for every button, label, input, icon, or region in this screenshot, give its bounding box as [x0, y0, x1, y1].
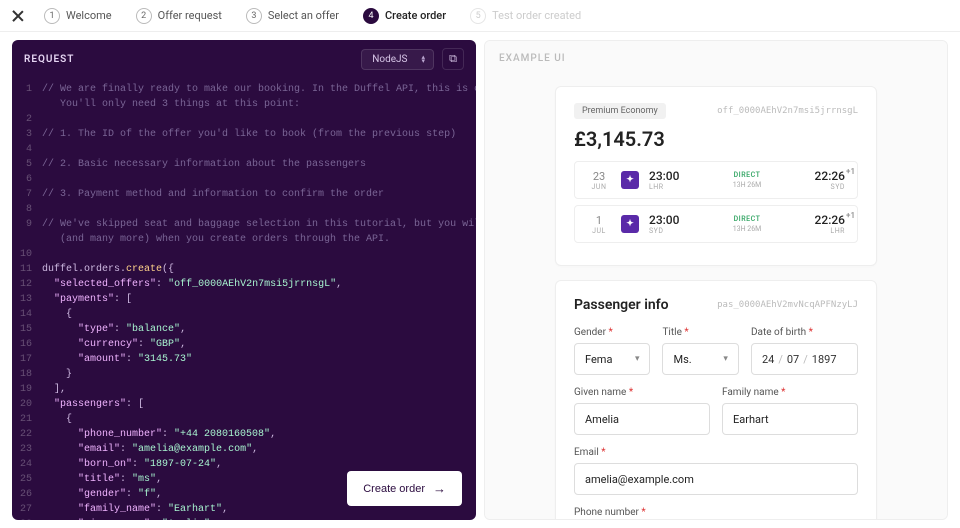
- step-label: Test order created: [492, 9, 581, 22]
- chevron-updown-icon: ▴▾: [421, 55, 425, 63]
- copy-icon[interactable]: ⧉: [442, 48, 464, 70]
- step-test-order-created[interactable]: 5 Test order created: [470, 8, 581, 24]
- code-line: 13 "payments": [: [12, 292, 476, 307]
- family-name-label: Family name *: [722, 387, 858, 398]
- title-label: Title *: [662, 327, 738, 338]
- code-line: 18 }: [12, 367, 476, 382]
- title-select[interactable]: Ms.▾: [662, 343, 738, 375]
- code-line: 7// 3. Payment method and information to…: [12, 187, 476, 202]
- code-line: 14 {: [12, 307, 476, 322]
- progress-steps: 1 Welcome 2 Offer request 3 Select an offer 4C…: [44, 8, 581, 24]
- code-line: 24 "born_on": "1897-07-24",: [12, 457, 476, 472]
- chevron-down-icon: ▾: [635, 354, 640, 364]
- code-line: 16 "currency": "GBP",: [12, 337, 476, 352]
- preview-panel: EXAMPLE UI Premium Economy off_0000AEhV2…: [484, 40, 948, 520]
- close-icon[interactable]: [12, 10, 24, 22]
- step-label: Welcome: [66, 9, 112, 22]
- code-line: 5// 2. Basic necessary information about…: [12, 157, 476, 172]
- email-label: Email *: [574, 447, 858, 458]
- step-number-badge: 5: [470, 8, 486, 24]
- code-line: 28 "given_name": "Amelia",: [12, 517, 476, 520]
- code-line: 6: [12, 172, 476, 187]
- editor-title: REQUEST: [24, 54, 74, 65]
- arrival-time: 22:26+1SYD: [815, 169, 845, 191]
- offer-id: off_0000AEhV2n7msi5jrrnsgL: [717, 106, 858, 116]
- language-value: NodeJS: [372, 54, 407, 65]
- segment-date: 1JUL: [587, 214, 611, 235]
- step-label: Create order: [385, 9, 446, 22]
- code-line: 15 "type": "balance",: [12, 322, 476, 337]
- code-line: You'll only need 3 things at this point:: [12, 97, 476, 112]
- code-body[interactable]: 1// We are finally ready to make our boo…: [12, 78, 476, 520]
- code-line: 20 "passengers": [: [12, 397, 476, 412]
- flight-segment: 23JUN ✦ 23:00LHR DIRECT13H 26M 22:26+1SY…: [574, 161, 858, 199]
- offer-card: Premium Economy off_0000AEhV2n7msi5jrrns…: [555, 86, 877, 266]
- passenger-id: pas_0000AEhV2mvNcqAPFNzyLJ: [717, 300, 858, 310]
- code-line: 9// We've skipped seat and baggage selec…: [12, 217, 476, 232]
- step-number-badge: 4: [363, 8, 379, 24]
- departure-time: 23:00SYD: [649, 213, 679, 235]
- airline-logo-icon: ✦: [621, 215, 639, 233]
- passenger-form: Passenger info pas_0000AEhV2mvNcqAPFNzyL…: [555, 280, 877, 520]
- step-create-order[interactable]: 4 Create order: [363, 8, 446, 24]
- code-line: (and many more) when you create orders t…: [12, 232, 476, 247]
- code-line: 8: [12, 202, 476, 217]
- code-editor: REQUEST NodeJS ▴▾ ⧉ 1// We are finally r…: [12, 40, 476, 520]
- code-line: 19 ],: [12, 382, 476, 397]
- given-name-label: Given name *: [574, 387, 710, 398]
- code-line: 12 "selected_offers": "off_0000AEhV2n7ms…: [12, 277, 476, 292]
- step-offer-request[interactable]: 2 Offer request: [136, 8, 222, 24]
- phone-label: Phone number *: [574, 507, 858, 518]
- chevron-down-icon: ▾: [723, 354, 728, 364]
- dob-label: Date of birth *: [751, 327, 858, 338]
- code-line: 3// 1. The ID of the offer you'd like to…: [12, 127, 476, 142]
- form-title: Passenger info: [574, 297, 669, 313]
- code-line: 17 "amount": "3145.73": [12, 352, 476, 367]
- code-line: 1// We are finally ready to make our boo…: [12, 82, 476, 97]
- segment-route: DIRECT13H 26M: [689, 171, 804, 189]
- segment-date: 23JUN: [587, 170, 611, 191]
- code-line: 10: [12, 247, 476, 262]
- step-number-badge: 3: [246, 8, 262, 24]
- email-input[interactable]: amelia@example.com: [574, 463, 858, 495]
- given-name-input[interactable]: Amelia: [574, 403, 710, 435]
- flight-segment: 1JUL ✦ 23:00SYD DIRECT13H 26M 22:26+1LHR: [574, 205, 858, 243]
- step-welcome[interactable]: 1 Welcome: [44, 8, 112, 24]
- code-line: 22 "phone_number": "+44 2080160508",: [12, 427, 476, 442]
- step-number-badge: 1: [44, 8, 60, 24]
- gender-select[interactable]: Fema▾: [574, 343, 650, 375]
- step-number-badge: 2: [136, 8, 152, 24]
- create-order-button[interactable]: Create order →: [347, 471, 462, 506]
- dob-input[interactable]: 24/ 07/ 1897: [751, 343, 858, 375]
- departure-time: 23:00LHR: [649, 169, 679, 191]
- airline-logo-icon: ✦: [621, 171, 639, 189]
- preview-header: EXAMPLE UI: [499, 53, 821, 64]
- arrow-right-icon: →: [433, 481, 446, 496]
- create-order-label: Create order: [363, 483, 425, 495]
- code-line: 21 {: [12, 412, 476, 427]
- offer-price: £3,145.73: [574, 127, 858, 151]
- step-select-an-offer[interactable]: 3 Select an offer: [246, 8, 339, 24]
- cabin-class-badge: Premium Economy: [574, 103, 666, 119]
- code-line: 4: [12, 142, 476, 157]
- step-label: Offer request: [158, 9, 222, 22]
- segment-route: DIRECT13H 26M: [689, 215, 804, 233]
- gender-label: Gender *: [574, 327, 650, 338]
- family-name-input[interactable]: Earhart: [722, 403, 858, 435]
- language-select[interactable]: NodeJS ▴▾: [361, 49, 434, 70]
- code-line: 11duffel.orders.create({: [12, 262, 476, 277]
- code-line: 23 "email": "amelia@example.com",: [12, 442, 476, 457]
- code-line: 2: [12, 112, 476, 127]
- step-label: Select an offer: [268, 9, 339, 22]
- arrival-time: 22:26+1LHR: [815, 213, 845, 235]
